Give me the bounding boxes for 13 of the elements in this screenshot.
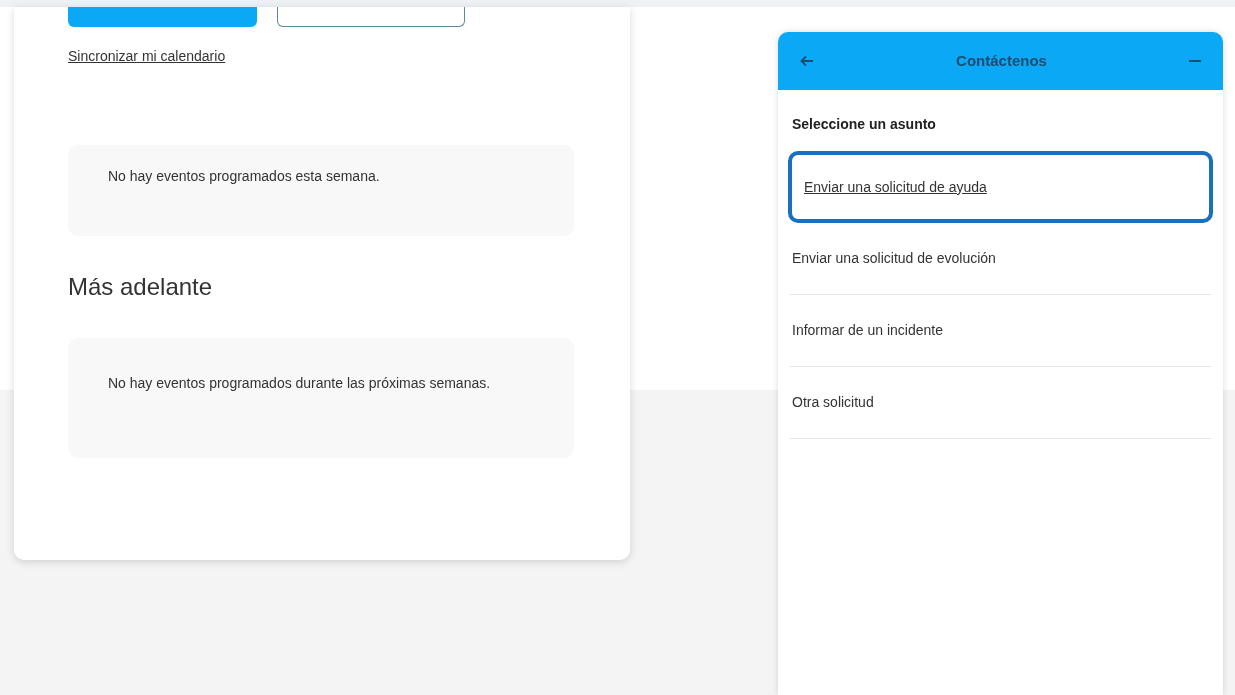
empty-events-message: No hay eventos programados durante las próximas semanas. [108,374,492,393]
section-heading: Más adelante [68,272,214,302]
subject-option[interactable]: Informar de un incidente [790,295,1211,367]
panel-title: Contáctenos [956,50,1047,71]
subject-option[interactable]: Enviar una solicitud de evolución [790,223,1211,295]
minimize-icon[interactable] [1189,59,1201,63]
outline-button[interactable] [277,7,465,27]
empty-events-message: No hay eventos programados esta semana. [108,167,381,186]
subject-option[interactable]: Otra solicitud [790,367,1211,439]
back-arrow-icon[interactable] [800,55,814,67]
subject-option[interactable]: Enviar una solicitud de ayuda [788,151,1213,223]
sync-calendar-link[interactable]: Sincronizar mi calendario [68,46,226,67]
subject-prompt: Seleccione un asunto [792,115,937,134]
